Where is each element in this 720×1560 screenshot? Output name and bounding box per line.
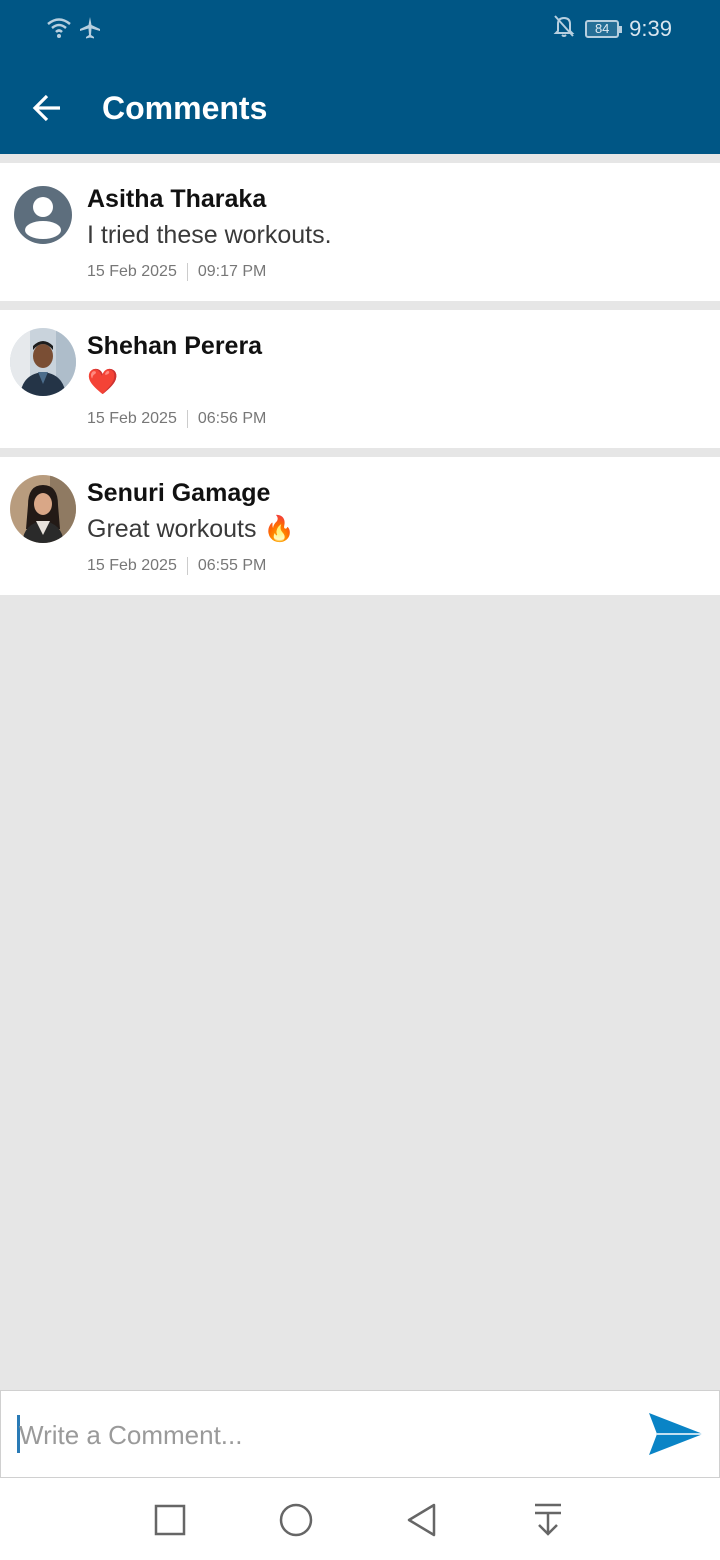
user-photo-avatar[interactable] [10,475,76,543]
comment-author[interactable]: Senuri Gamage [87,479,270,508]
comment-author[interactable]: Shehan Perera [87,332,262,361]
user-photo-avatar[interactable] [10,328,76,396]
notification-shade-button[interactable] [528,1500,568,1540]
comment-meta: 15 Feb 2025 09:17 PM [87,263,266,281]
wifi-icon [46,16,72,45]
comment-meta: 15 Feb 2025 06:55 PM [87,557,266,575]
comment-date: 15 Feb 2025 [87,557,177,574]
arrow-left-icon [32,94,60,122]
meta-divider [186,410,188,428]
home-button[interactable] [276,1500,316,1540]
comment-text: ❤️ [87,368,119,396]
comment-date: 15 Feb 2025 [87,263,177,280]
comment-text: Great workouts 🔥 [87,515,295,543]
back-triangle-icon [407,1503,436,1537]
comment-composer [0,1390,720,1478]
status-bar: 84 9:39 [0,0,720,60]
send-icon [649,1413,703,1455]
comment-author[interactable]: Asitha Tharaka [87,185,266,214]
comment-item: Shehan Perera ❤️ 15 Feb 2025 06:56 PM [0,310,720,448]
comment-time: 09:17 PM [197,263,267,280]
home-circle-icon [279,1503,313,1537]
page-title: Comments [102,90,268,126]
comment-time: 06:56 PM [197,410,267,427]
airplane-icon [78,16,102,45]
notifications-off-icon [553,14,575,43]
comment-input[interactable] [19,1413,619,1457]
system-nav-bar [0,1478,720,1560]
comment-text: I tried these workouts. [87,221,332,249]
comment-list: Asitha Tharaka I tried these workouts. 1… [0,163,720,604]
comment-item: Asitha Tharaka I tried these workouts. 1… [0,163,720,301]
comment-meta: 15 Feb 2025 06:56 PM [87,410,266,428]
meta-divider [186,557,188,575]
default-user-avatar[interactable] [10,181,76,249]
app-bar: 84 9:39 Comments [0,0,720,154]
send-button[interactable] [647,1409,705,1459]
recents-square-icon [154,1504,186,1536]
recents-button[interactable] [150,1500,190,1540]
comment-time: 06:55 PM [197,557,267,574]
back-nav-button[interactable] [402,1500,442,1540]
notification-shade-icon [535,1503,561,1536]
comment-item: Senuri Gamage Great workouts 🔥 15 Feb 20… [0,457,720,595]
toolbar: Comments [0,76,720,140]
comment-date: 15 Feb 2025 [87,410,177,427]
back-button[interactable] [28,88,68,128]
status-time: 9:39 [629,15,672,41]
battery-icon: 84 [585,19,623,38]
meta-divider [186,263,188,281]
